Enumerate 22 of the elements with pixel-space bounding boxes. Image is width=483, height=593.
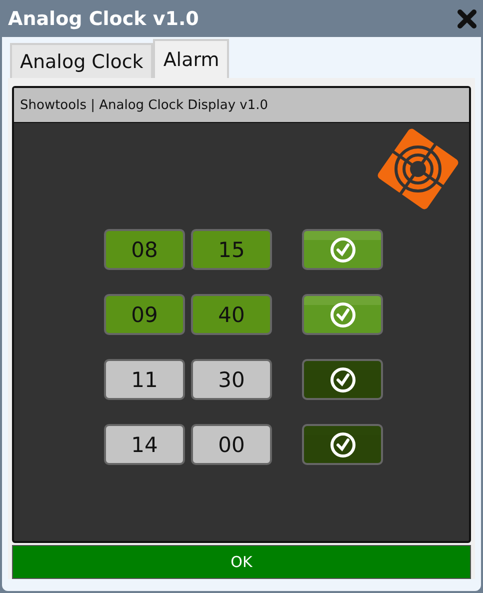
alarm-toggle[interactable] <box>302 359 383 400</box>
clock-check-icon <box>330 302 356 328</box>
hour-field[interactable]: 14 <box>104 424 185 465</box>
minute-field[interactable]: 00 <box>191 424 272 465</box>
hour-field[interactable]: 08 <box>104 229 185 270</box>
ok-button[interactable]: OK <box>12 545 471 579</box>
tab[interactable]: Analog Clock <box>10 43 154 78</box>
panel-title: Showtools | Analog Clock Display v1.0 <box>14 88 469 123</box>
tab[interactable]: Alarm <box>153 39 230 78</box>
clock-check-icon <box>330 236 356 262</box>
alarm-toggle[interactable] <box>302 294 383 335</box>
alarm-toggle[interactable] <box>302 229 383 270</box>
clock-check-icon <box>330 366 356 392</box>
clock-check-icon <box>330 432 356 458</box>
alarm-toggle[interactable] <box>302 424 383 465</box>
close-icon[interactable] <box>457 8 477 28</box>
hour-field[interactable]: 11 <box>104 359 185 400</box>
hour-field[interactable]: 09 <box>104 294 185 335</box>
minute-field[interactable]: 15 <box>191 229 272 270</box>
minute-field[interactable]: 40 <box>191 294 272 335</box>
minute-field[interactable]: 30 <box>191 359 272 400</box>
window-title: Analog Clock v1.0 <box>8 8 199 30</box>
